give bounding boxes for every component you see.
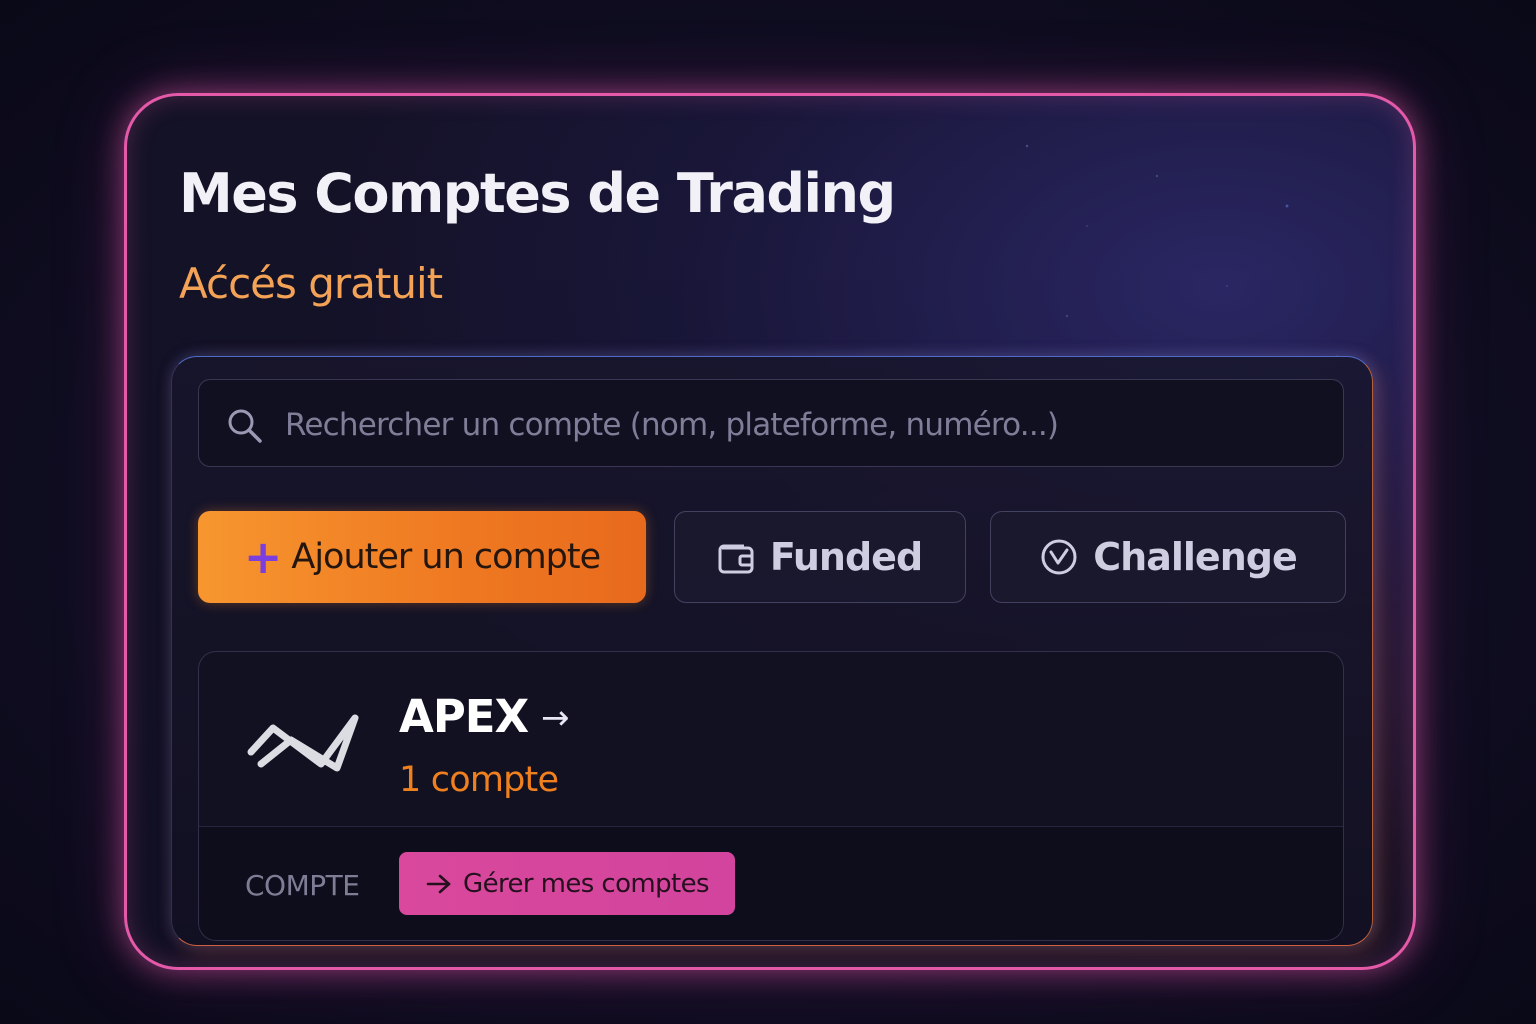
account-group-card[interactable]: APEX → 1 compte COMPTE Gérer mes comptes <box>198 651 1344 941</box>
account-name[interactable]: APEX <box>399 690 529 743</box>
manage-accounts-button[interactable]: Gérer mes comptes <box>399 852 735 915</box>
page-subtitle: Aćcés gratuit <box>179 259 443 308</box>
manage-accounts-label: Gérer mes comptes <box>463 868 710 899</box>
search-bar[interactable] <box>198 379 1344 467</box>
arrow-right-icon[interactable]: → <box>541 698 570 738</box>
account-card-footer: COMPTE Gérer mes comptes <box>199 826 1343 940</box>
account-count: 1 compte <box>399 760 559 800</box>
wallet-icon <box>718 544 754 574</box>
add-account-button[interactable]: + Ajouter un compte <box>198 511 646 603</box>
search-input[interactable] <box>283 400 1327 450</box>
accounts-card: Mes Comptes de Trading Aćcés gratuit + A… <box>124 93 1416 970</box>
add-account-label: Ajouter un compte <box>291 537 601 577</box>
check-circle-icon <box>1041 539 1077 575</box>
page-title: Mes Comptes de Trading <box>179 162 896 225</box>
search-icon <box>228 409 262 443</box>
arrow-right-icon <box>426 874 451 893</box>
challenge-filter-button[interactable]: Challenge <box>990 511 1346 603</box>
apex-logo-icon <box>247 714 359 772</box>
plus-icon: + <box>243 530 283 584</box>
challenge-label: Challenge <box>1093 535 1297 579</box>
funded-label: Funded <box>769 535 923 579</box>
account-footer-label: COMPTE <box>245 869 360 902</box>
funded-filter-button[interactable]: Funded <box>674 511 966 603</box>
accounts-panel: + Ajouter un compte Funded Challenge APE… <box>171 356 1373 946</box>
